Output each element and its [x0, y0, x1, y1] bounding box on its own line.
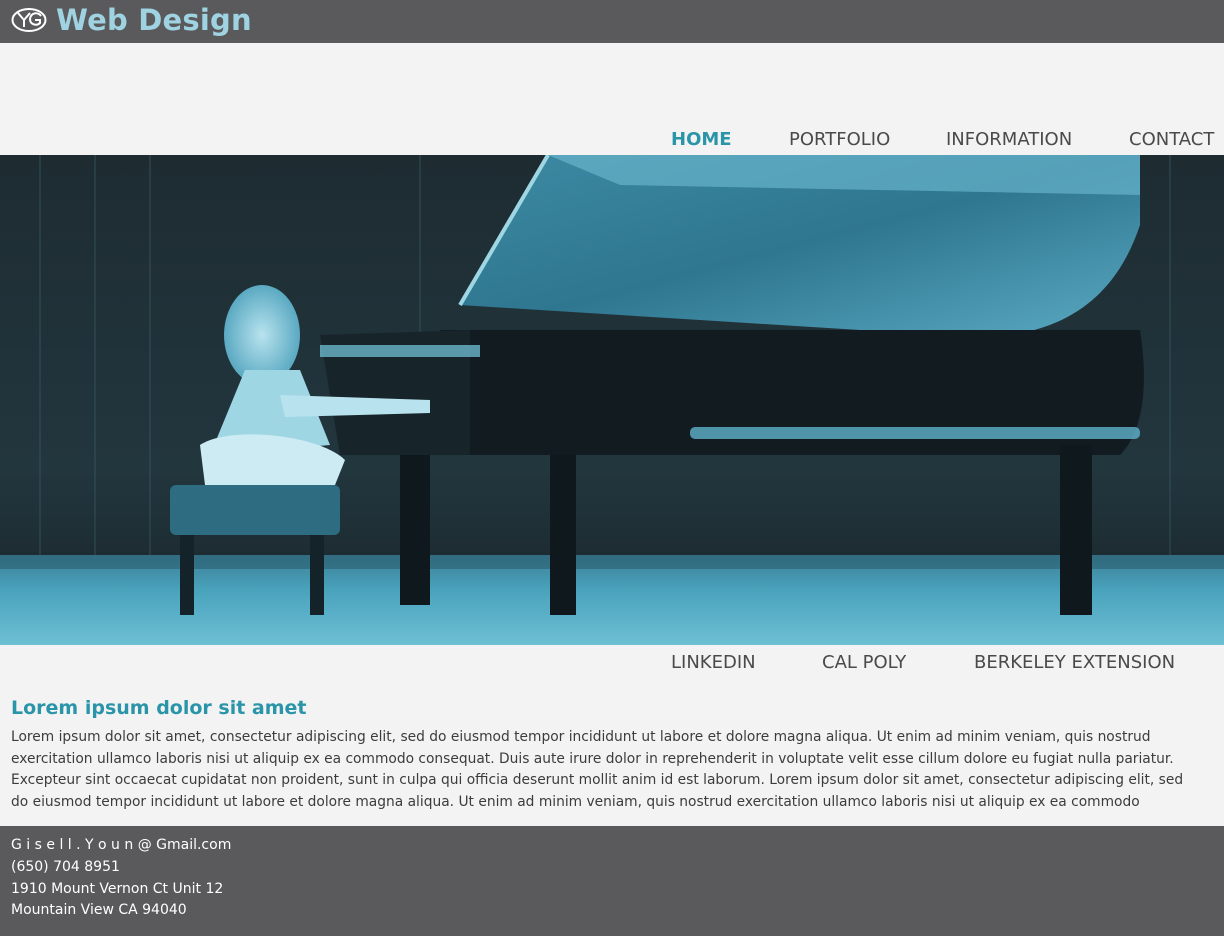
nav-information[interactable]: INFORMATION [946, 129, 1072, 150]
link-cal-poly[interactable]: CAL POLY [822, 652, 906, 673]
yg-monogram-icon[interactable] [11, 7, 47, 33]
footer-address-line-2: Mountain View CA 94040 [11, 902, 187, 918]
nav-contact[interactable]: CONTACT [1129, 129, 1214, 150]
nav-portfolio[interactable]: PORTFOLIO [789, 129, 890, 150]
footer: G i s e l l . Y o u n @ Gmail.com (650) … [0, 826, 1224, 936]
hero-image [0, 155, 1224, 645]
site-title[interactable]: Web Design [56, 3, 252, 37]
footer-phone: (650) 704 8951 [11, 859, 120, 875]
footer-email[interactable]: G i s e l l . Y o u n @ Gmail.com [11, 837, 231, 853]
section-title: Lorem ipsum dolor sit amet [11, 697, 307, 719]
link-berkeley-extension[interactable]: BERKELEY EXTENSION [974, 652, 1175, 673]
link-linkedin[interactable]: LINKEDIN [671, 652, 756, 673]
footer-address-line-1: 1910 Mount Vernon Ct Unit 12 [11, 881, 224, 897]
piano-performance-photo [0, 155, 1224, 645]
nav-home[interactable]: HOME [671, 129, 732, 150]
top-bar: Web Design [0, 0, 1224, 43]
body-text: Lorem ipsum dolor sit amet, consectetur … [11, 729, 1184, 811]
